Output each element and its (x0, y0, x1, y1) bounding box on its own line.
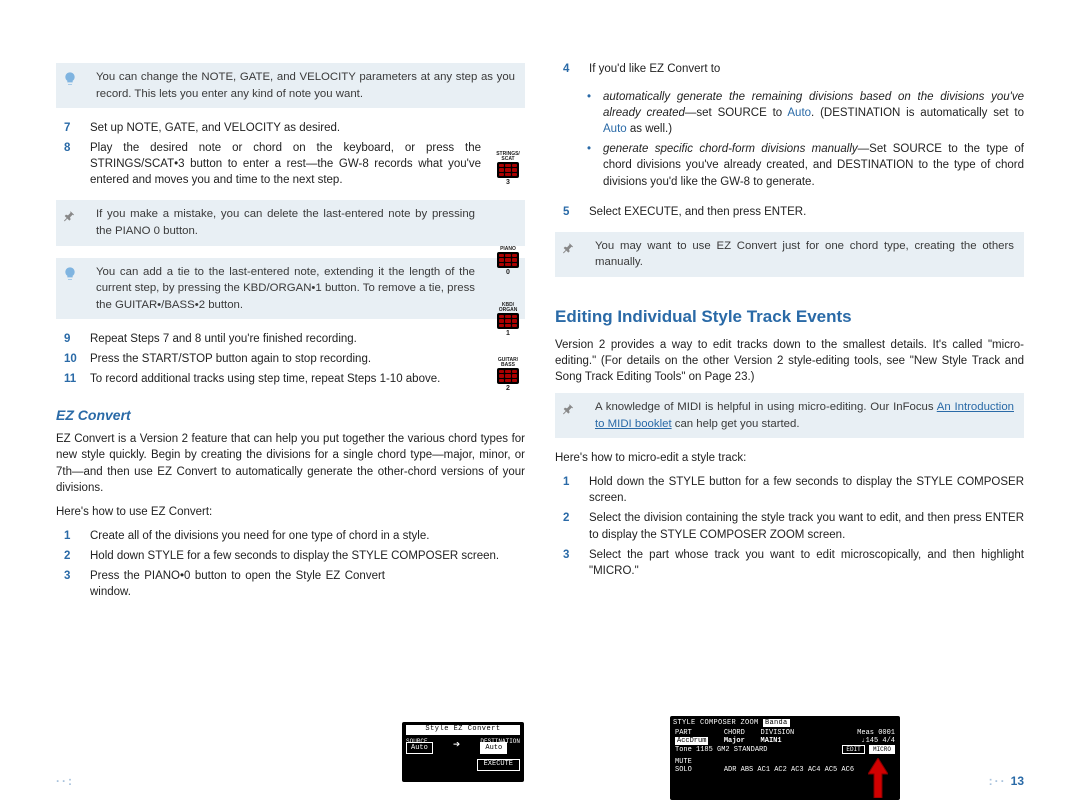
step-text: Select the part whose track you want to … (589, 547, 1024, 579)
pushpin-icon (561, 401, 577, 417)
step-text: Set up NOTE, GATE, and VELOCITY as desir… (90, 120, 525, 136)
pad-icon (497, 368, 519, 384)
right-steps-b: 5Select EXECUTE, and then press ENTER. (555, 204, 1024, 220)
page-ornament-left: ··: (56, 774, 74, 788)
style-ez-convert-screen: Style EZ Convert SOURCEAuto ➔ DESTINATIO… (402, 722, 524, 782)
tip-note-params: You can change the NOTE, GATE, and VELOC… (56, 63, 525, 108)
micro-steps: 1Hold down the STYLE button for a few se… (555, 474, 1024, 579)
sub-item: automatically generate the remaining div… (603, 89, 1024, 137)
step-text: Create all of the divisions you need for… (90, 528, 525, 544)
micro-howto: Here's how to micro-edit a style track: (555, 450, 1024, 466)
tip-midi-knowledge: A knowledge of MIDI is helpful in using … (555, 393, 1024, 438)
piano-button-graphic: PIANO 0 (493, 247, 523, 276)
editing-heading: Editing Individual Style Track Events (555, 307, 1024, 327)
step-text: Press the PIANO•0 button to open the Sty… (90, 568, 525, 600)
step-text: Repeat Steps 7 and 8 until you're finish… (90, 331, 525, 347)
left-column: You can change the NOTE, GATE, and VELOC… (56, 57, 525, 780)
pad-icon (497, 313, 519, 329)
ez-convert-heading: EZ Convert (56, 407, 525, 423)
tip-add-tie: You can add a tie to the last-entered no… (56, 258, 525, 320)
pad-icon (497, 252, 519, 268)
step-text: Select the division containing the style… (589, 510, 1024, 542)
pushpin-icon (62, 208, 78, 224)
step-text: To record additional tracks using step t… (90, 371, 525, 387)
step-text: Play the desired note or chord on the ke… (90, 140, 525, 188)
page-number: :··13 (989, 774, 1024, 788)
tip-delete-note: If you make a mistake, you can delete th… (56, 200, 525, 245)
step-text: Select EXECUTE, and then press ENTER. (589, 204, 1024, 220)
step-text: Hold down the STYLE button for a few sec… (589, 474, 1024, 506)
sub-item: generate specific chord-form divisions m… (603, 141, 1024, 189)
pad-icon (497, 162, 519, 178)
ez-convert-howto: Here's how to use EZ Convert: (56, 504, 525, 520)
red-arrow-icon (868, 758, 888, 801)
right-column: 4If you'd like EZ Convert to automatical… (555, 57, 1024, 780)
lightbulb-icon (62, 266, 78, 282)
ez-convert-paragraph: EZ Convert is a Version 2 feature that c… (56, 431, 525, 495)
editing-paragraph: Version 2 provides a way to edit tracks … (555, 337, 1024, 385)
pushpin-icon (561, 240, 577, 256)
right-steps-a: 4If you'd like EZ Convert to (555, 61, 1024, 77)
ez-steps: 1Create all of the divisions you need fo… (56, 528, 525, 600)
step-text: Hold down STYLE for a few seconds to dis… (90, 548, 525, 564)
step-text: If you'd like EZ Convert to (589, 61, 1024, 77)
tip-ez-onechord: You may want to use EZ Convert just for … (555, 232, 1024, 277)
sub-bullets: automatically generate the remaining div… (555, 89, 1024, 190)
style-composer-zoom-screen: STYLE COMPOSER ZOOM Banda PARTCHORD DIVI… (670, 716, 900, 800)
steps-a: 7Set up NOTE, GATE, and VELOCITY as desi… (56, 120, 525, 188)
guitar-bass-button-graphic: GUITAR/ BASS 2 (493, 358, 523, 392)
kbd-organ-button-graphic: KBD/ ORGAN 1 (493, 303, 523, 337)
steps-b: 9Repeat Steps 7 and 8 until you're finis… (56, 331, 525, 387)
lightbulb-icon (62, 71, 78, 87)
step-text: Press the START/STOP button again to sto… (90, 351, 525, 367)
strings-scat-button-graphic: STRINGS/ SCAT 3 (493, 152, 523, 186)
